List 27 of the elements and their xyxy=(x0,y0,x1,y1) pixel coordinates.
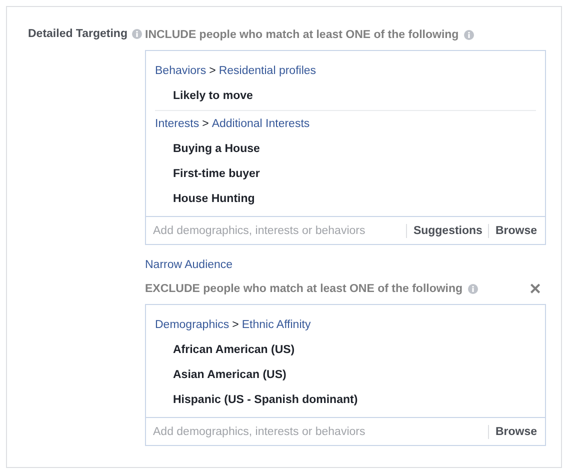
section-heading: EXCLUDE people who match at least ONE of the following xyxy=(145,283,463,295)
subcategory-link[interactable]: Additional Interests xyxy=(212,118,310,130)
targeting-item[interactable]: African American (US) xyxy=(173,344,295,356)
category-link[interactable]: Demographics xyxy=(155,318,230,330)
breadcrumb-separator: > xyxy=(209,64,216,76)
info-icon xyxy=(468,284,478,294)
targeting-item[interactable]: Likely to move xyxy=(173,90,253,102)
narrow-audience-link[interactable]: Narrow Audience xyxy=(145,259,233,271)
targeting-item[interactable]: Hispanic (US - Spanish dominant) xyxy=(173,394,358,406)
section-heading: INCLUDE people who match at least ONE of the following xyxy=(145,29,459,41)
action-link[interactable]: Suggestions xyxy=(406,224,482,238)
info-icon xyxy=(464,30,474,40)
action-link[interactable]: Browse xyxy=(488,424,537,438)
subcategory-link[interactable]: Residential profiles xyxy=(218,64,316,76)
category-link[interactable]: Interests xyxy=(155,118,200,130)
targeting-item[interactable]: Buying a House xyxy=(173,142,260,154)
breadcrumb-separator: > xyxy=(202,118,209,130)
close-button[interactable]: ✕ xyxy=(529,280,542,298)
field-label: Detailed Targeting xyxy=(28,28,128,40)
subcategory-link[interactable]: Ethnic Affinity xyxy=(242,318,311,330)
targeting-item[interactable]: First-time buyer xyxy=(173,168,260,180)
breadcrumb-separator: > xyxy=(232,318,239,330)
action-link[interactable]: Browse xyxy=(488,224,537,238)
category-link[interactable]: Behaviors xyxy=(155,64,206,76)
info-icon xyxy=(132,29,142,39)
targeting-item[interactable]: Asian American (US) xyxy=(173,368,286,380)
targeting-item[interactable]: House Hunting xyxy=(173,192,255,204)
